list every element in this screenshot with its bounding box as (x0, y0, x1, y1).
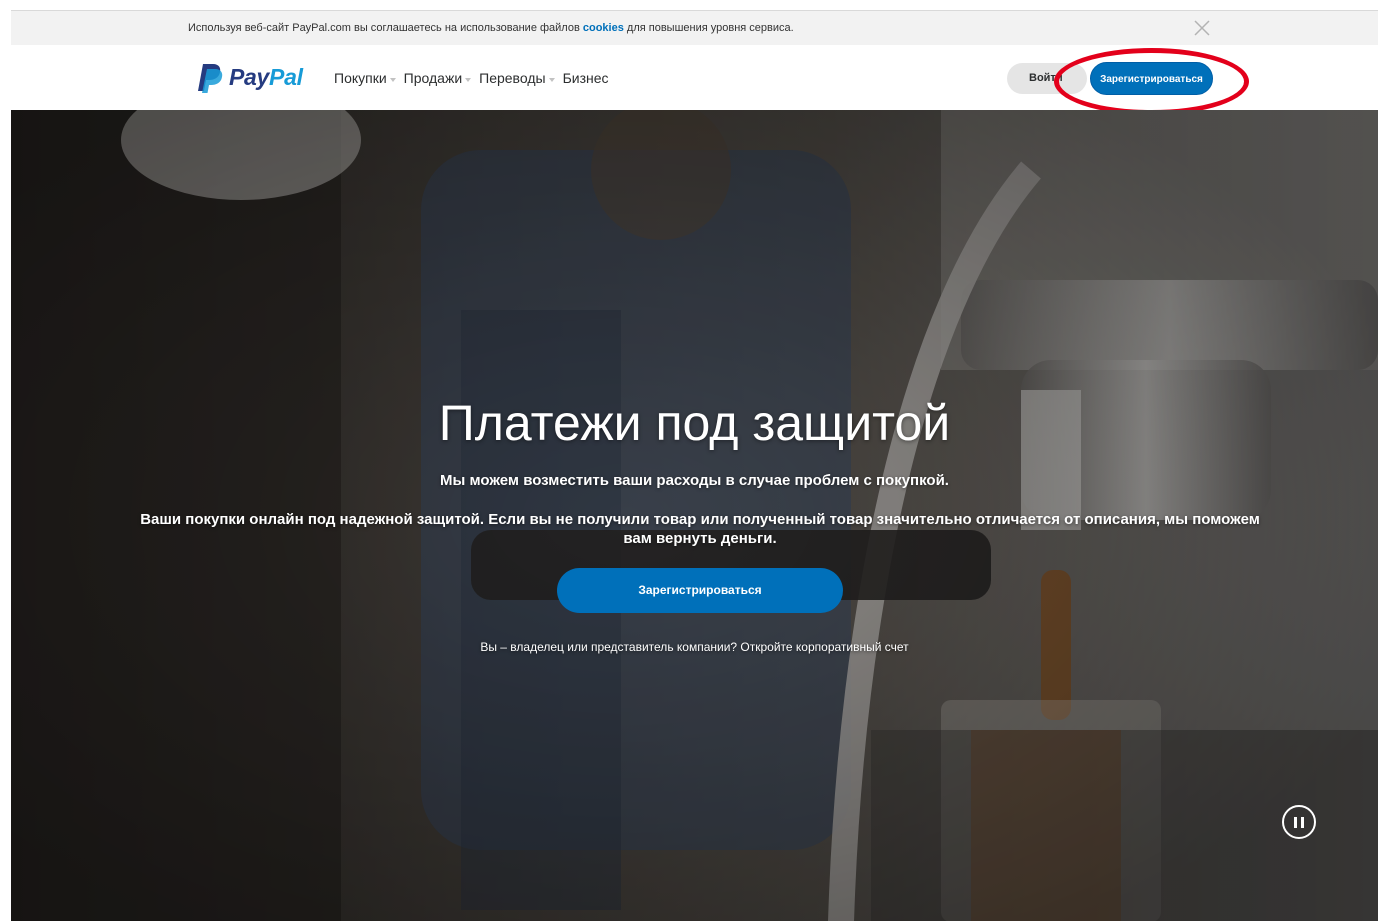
nav-item-shopping[interactable]: Покупки (334, 70, 396, 86)
cookie-text-after: для повышения уровня сервиса. (623, 22, 794, 34)
signup-button[interactable]: Зарегистрироваться (1090, 62, 1213, 95)
cookies-link[interactable]: cookies (583, 22, 624, 34)
hero-subtitle: Мы можем возместить ваши расходы в случа… (440, 472, 949, 489)
cookie-banner: Используя веб-сайт PayPal.com вы соглаша… (11, 11, 1378, 45)
main-nav: Покупки Продажи Переводы Бизнес (334, 70, 609, 86)
nav-item-label: Переводы (479, 70, 546, 86)
nav-item-label: Продажи (403, 70, 463, 86)
chevron-down-icon (465, 78, 472, 82)
hero-description: Ваши покупки онлайн под надежной защитой… (140, 511, 1260, 547)
close-icon[interactable] (1193, 19, 1211, 37)
site-header: PayPal Покупки Продажи Переводы Бизнес В… (11, 45, 1378, 115)
brand-pal: Pal (269, 64, 303, 90)
nav-item-transfers[interactable]: Переводы (479, 70, 555, 86)
paypal-p-icon (198, 64, 223, 93)
chevron-down-icon (389, 78, 396, 82)
login-button[interactable]: Войти (1007, 63, 1087, 94)
business-account-link[interactable]: Вы – владелец или представитель компании… (11, 640, 1378, 654)
cookie-text: Используя веб-сайт PayPal.com вы соглаша… (188, 22, 794, 34)
hero-section: Платежи под защитой Мы можем возместить … (11, 110, 1378, 921)
brand-pay: Pay (229, 64, 270, 90)
nav-item-label: Бизнес (562, 70, 609, 86)
page: Используя веб-сайт PayPal.com вы соглаша… (11, 10, 1378, 921)
cookie-text-before: Используя веб-сайт PayPal.com вы соглаша… (188, 22, 583, 34)
nav-item-business[interactable]: Бизнес (563, 70, 609, 86)
nav-item-selling[interactable]: Продажи (403, 70, 472, 86)
pause-icon[interactable] (1282, 805, 1316, 839)
chevron-down-icon (548, 78, 555, 82)
hero-title: Платежи под защитой (438, 395, 951, 451)
hero-signup-button[interactable]: Зарегистрироваться (557, 568, 843, 613)
nav-item-label: Покупки (334, 70, 387, 86)
brand-name: PayPal (229, 64, 303, 91)
paypal-logo[interactable]: PayPal (197, 63, 317, 93)
